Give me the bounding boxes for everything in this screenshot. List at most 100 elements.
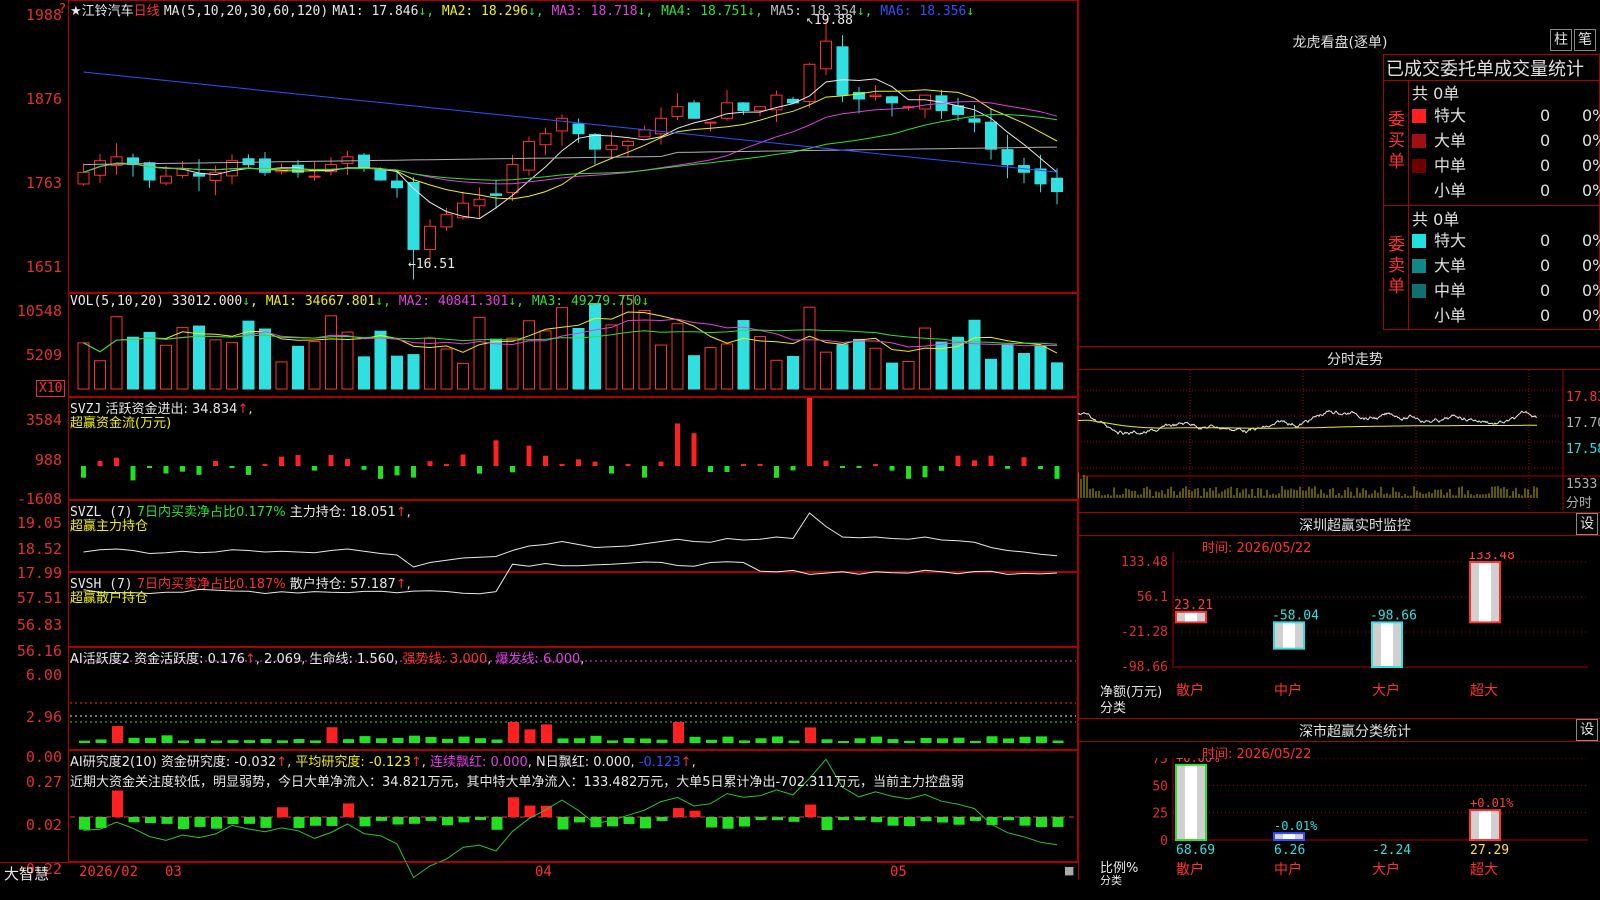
svzj-subtitle: 超赢资金流(万元) <box>70 416 172 431</box>
candle-body <box>919 94 931 110</box>
candle-body <box>605 144 618 151</box>
fund-flow-bar <box>229 466 235 468</box>
activity-bar <box>491 739 503 743</box>
volume-layer <box>77 294 1063 390</box>
row-name: 小单 <box>1434 181 1467 200</box>
fund-flow-bar <box>345 459 350 466</box>
research-bar <box>326 817 338 826</box>
ai1-d: 强势线: 3.000 <box>402 652 488 667</box>
row-name: 特大 <box>1434 231 1467 250</box>
volume-bar <box>358 356 370 390</box>
vol-ma-value: MA1: 34667.801 <box>265 294 376 309</box>
volume-bar <box>638 309 651 390</box>
intraday-vol-tick: 1533 <box>1566 477 1598 492</box>
stock-name[interactable]: 江铃汽车 <box>82 4 134 19</box>
research-bar <box>838 817 849 821</box>
research-bar <box>1036 817 1047 828</box>
classify-category: 超大 <box>1470 862 1498 878</box>
color-swatch <box>1412 159 1426 173</box>
activity-bar <box>871 736 882 743</box>
ai1-a: 资金活跃度: 0.176 <box>134 652 245 667</box>
fund-flow-bar <box>642 466 647 478</box>
ai2-name: AI研究度2(10) <box>70 755 157 770</box>
research-bar <box>79 817 90 830</box>
volume-bar <box>836 344 849 390</box>
row-pct: 0% <box>1582 256 1600 275</box>
classify-settings-button[interactable]: 设 <box>1576 719 1598 741</box>
row-pct: 0% <box>1582 306 1600 325</box>
row-count: 0 <box>1540 131 1551 150</box>
ai2-e: -0.123 <box>638 755 681 770</box>
column-view-button[interactable]: 柱 <box>1550 29 1572 51</box>
classify-bar-highlight <box>1283 834 1295 839</box>
monitor-settings-button[interactable]: 设 <box>1576 513 1598 535</box>
vol-value: 33012.000 <box>171 294 243 309</box>
research-bar <box>1019 817 1031 826</box>
activity-bar <box>673 722 684 743</box>
classify-bottom-label: 27.29 <box>1470 843 1509 858</box>
fund-flow-bar <box>378 466 383 479</box>
activity-bar <box>244 740 255 743</box>
activity-bar <box>95 739 107 743</box>
svzj-y-tick: -1608 <box>16 490 62 508</box>
ma-params: MA(5,10,20,30,60,120) <box>163 4 329 19</box>
row-name: 大单 <box>1434 256 1467 275</box>
volume-bar <box>292 345 304 390</box>
activity-bar <box>112 726 123 743</box>
tick-view-button[interactable]: 笔 <box>1574 29 1596 51</box>
candle-body <box>440 214 453 228</box>
research-bar <box>656 817 668 821</box>
row-pct: 0% <box>1582 156 1600 175</box>
research-bar <box>458 817 470 823</box>
svsh-y-tick: 56.83 <box>16 616 62 634</box>
volume-bar <box>671 323 684 390</box>
candle-body <box>308 175 321 178</box>
svzl-desc: 7日内买卖净占比0.177% <box>136 505 286 520</box>
orderbook-row: 小单 0 0% <box>1412 179 1600 203</box>
volume-bar <box>110 316 123 390</box>
row-pct: 0% <box>1582 106 1600 125</box>
candle-body <box>490 193 502 196</box>
volume-bar <box>440 348 453 390</box>
monitor-category: 散户 <box>1176 682 1204 699</box>
research-bar <box>739 817 750 827</box>
activity-bar <box>739 740 750 743</box>
low-price-label: ←16.51 <box>408 257 455 272</box>
activity-bar <box>425 736 437 743</box>
research-bar <box>788 817 800 822</box>
activity-bar <box>310 740 321 743</box>
color-swatch <box>1412 234 1426 248</box>
activity-bar <box>937 738 948 743</box>
ai1-c: 生命线: 1.560 <box>309 652 395 667</box>
activity-bar <box>260 739 272 743</box>
candle-body <box>556 117 568 132</box>
volume-bar <box>209 339 222 390</box>
lock-icon[interactable]: ■ <box>1064 864 1074 877</box>
volume-bar <box>226 342 238 390</box>
x-axis-month: 04 <box>535 864 552 880</box>
vol-unit-badge: X10 <box>36 380 66 397</box>
research-bar <box>640 817 651 829</box>
fund-flow-bar <box>1038 466 1043 470</box>
volume-bar <box>622 294 634 390</box>
row-pct: 0% <box>1582 131 1600 150</box>
buy-total: 共 0单 <box>1412 84 1460 103</box>
color-swatch <box>1412 184 1426 198</box>
volume-bar <box>275 361 288 390</box>
activity-bar <box>607 740 618 743</box>
activity-bar <box>145 737 156 743</box>
volume-bar <box>919 327 931 390</box>
candle-body <box>1001 149 1014 166</box>
fund-flow-bar <box>576 459 581 466</box>
period-label[interactable]: 日线 <box>134 4 160 19</box>
research-bar <box>821 817 833 830</box>
classify-bottom-label: 6.26 <box>1274 843 1305 858</box>
intraday-chart[interactable] <box>1078 370 1600 510</box>
star-icon[interactable]: ★ <box>70 4 82 19</box>
ai1-e: 爆发线: 6.000 <box>495 652 581 667</box>
research-bar <box>95 817 107 828</box>
volume-bar <box>968 319 981 390</box>
research-bar <box>953 817 965 825</box>
activity-bar <box>194 738 206 743</box>
volume-bar <box>325 315 337 390</box>
